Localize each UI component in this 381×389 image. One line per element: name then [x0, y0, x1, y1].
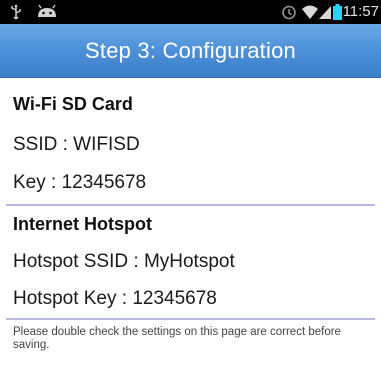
signal-icon — [319, 6, 331, 19]
action-bar: Step 3: Configuration — [0, 24, 381, 78]
wifi-sd-ssid: SSID : WIFISD — [13, 134, 140, 155]
page-title: Step 3: Configuration — [85, 37, 296, 63]
android-icon — [38, 4, 56, 17]
save-warning-note: Please double check the settings on this… — [13, 326, 341, 351]
section-divider — [6, 204, 375, 206]
section-divider — [6, 318, 375, 320]
internet-hotspot-heading: Internet Hotspot — [13, 214, 152, 234]
alarm-icon — [282, 5, 296, 20]
status-clock: 11:57 — [342, 3, 379, 20]
wifi-sd-key: Key : 12345678 — [13, 172, 147, 193]
wifi-icon — [302, 5, 318, 19]
wifi-sd-card-heading: Wi-Fi SD Card — [13, 94, 133, 114]
battery-icon — [333, 4, 342, 20]
status-bar: 11:57 — [0, 0, 381, 24]
usb-icon — [11, 4, 21, 20]
hotspot-key: Hotspot Key : 12345678 — [13, 288, 217, 309]
hotspot-ssid: Hotspot SSID : MyHotspot — [13, 251, 235, 272]
